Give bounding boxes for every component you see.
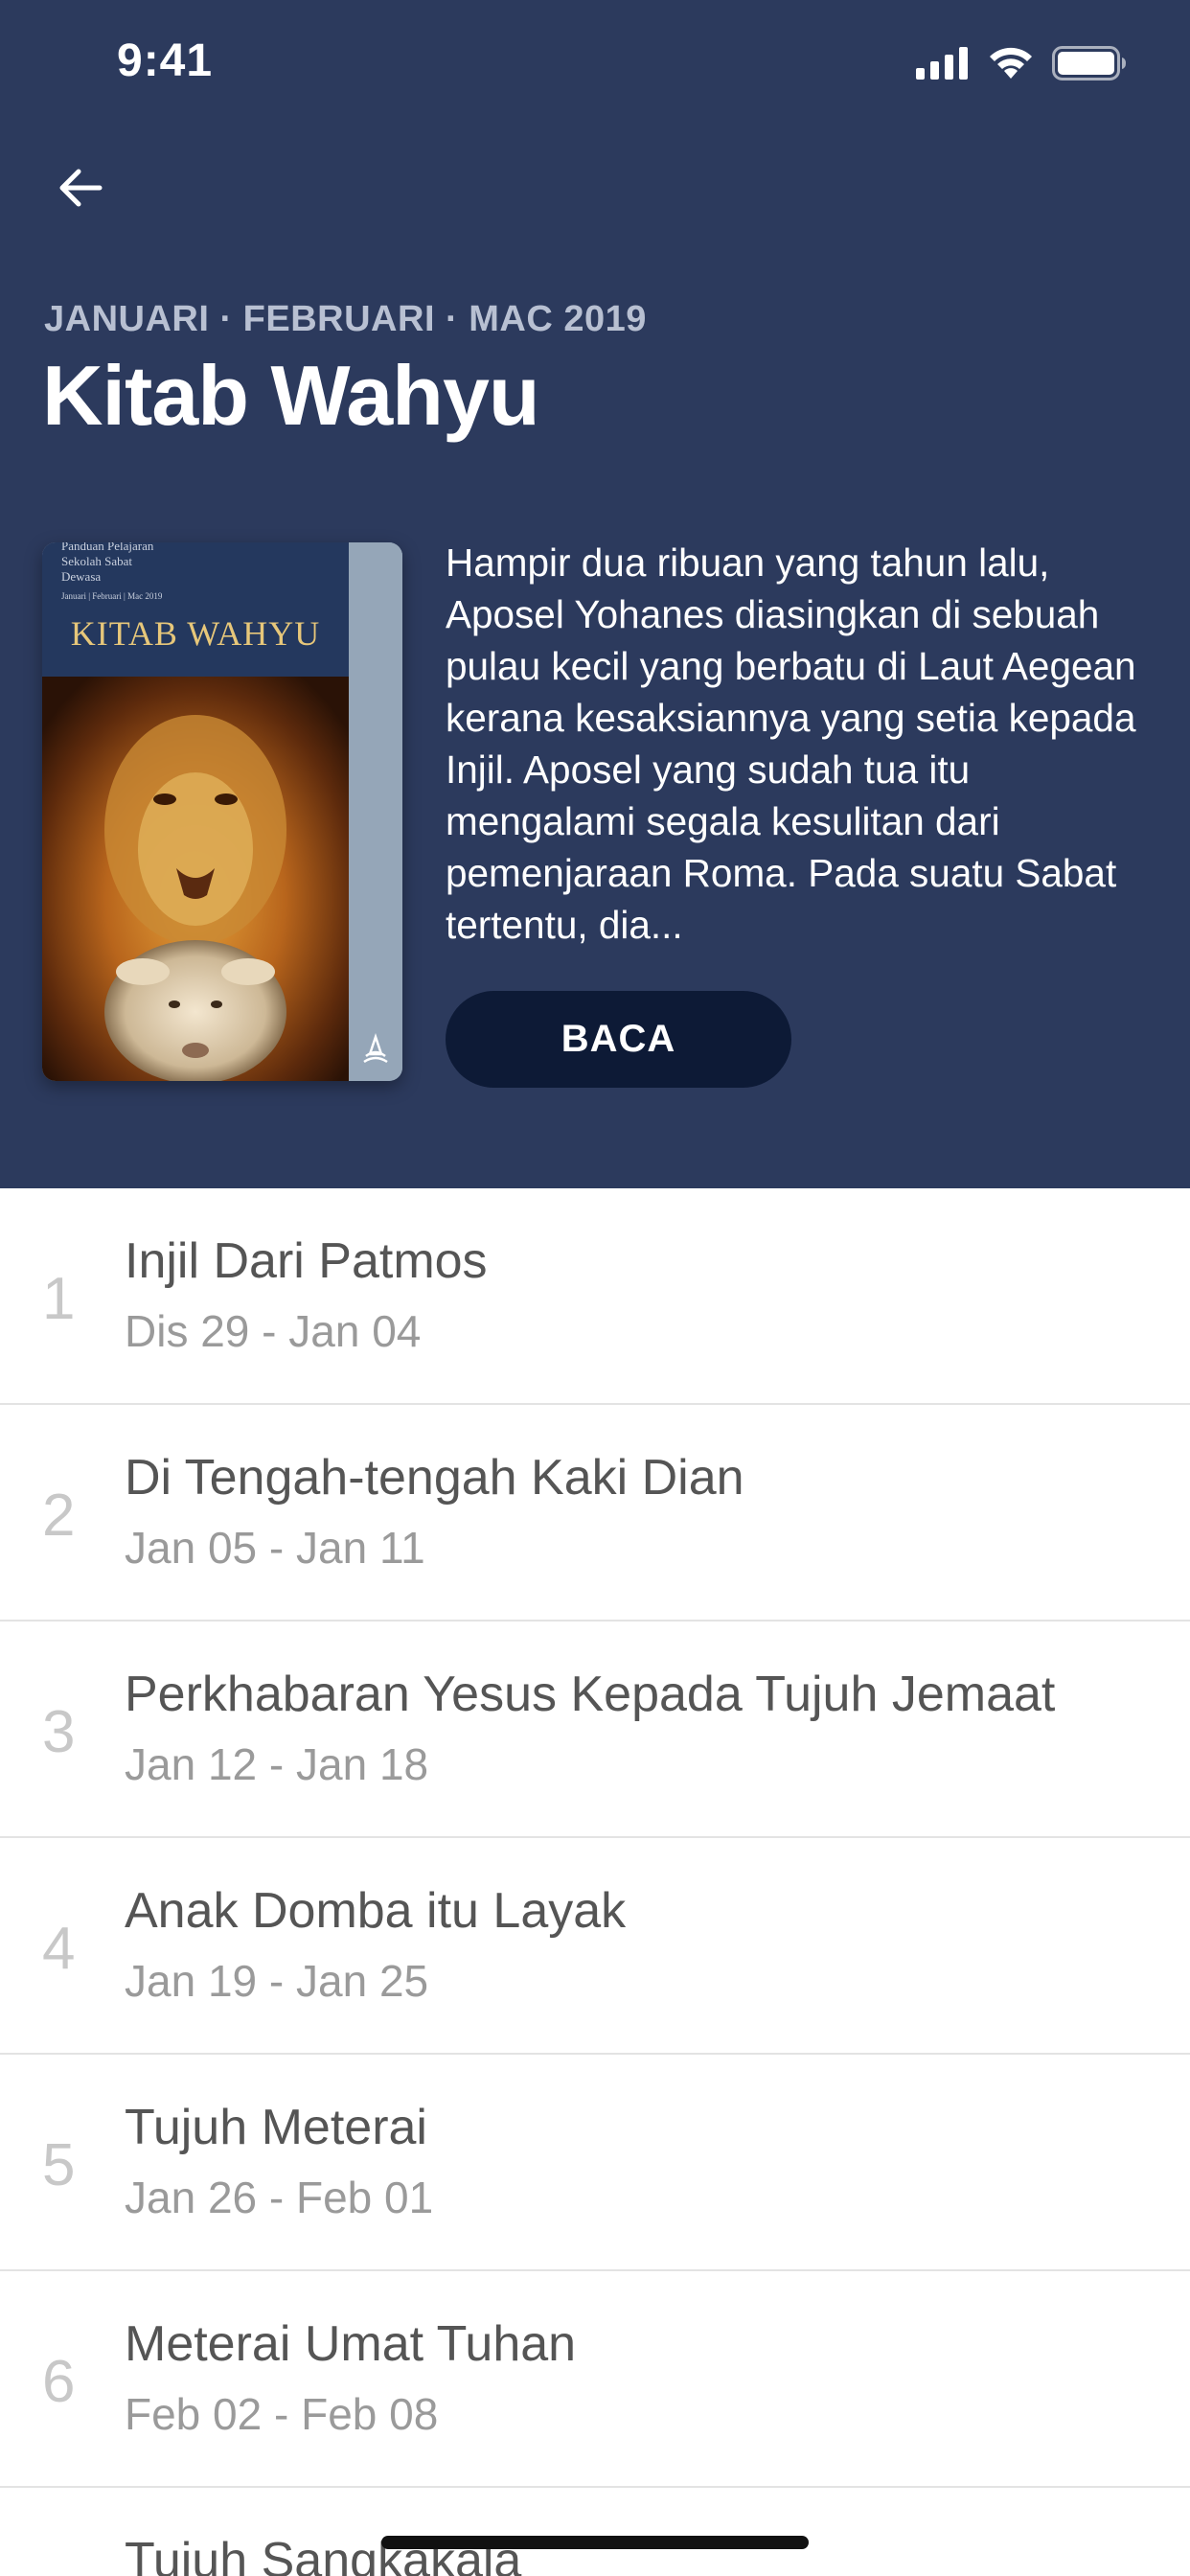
status-time: 9:41 [117, 35, 214, 86]
cover-spine [349, 542, 402, 1081]
lesson-item[interactable]: 4 Anak Domba itu Layak Jan 19 - Jan 25 [0, 1838, 1190, 2055]
lesson-number: 3 [42, 1699, 76, 1765]
book-title: Kitab Wahyu [42, 348, 540, 443]
lesson-number: 6 [42, 2349, 76, 2415]
lesson-item[interactable]: 6 Meterai Umat Tuhan Feb 02 - Feb 08 [0, 2271, 1190, 2488]
lesson-dates: Jan 12 - Jan 18 [125, 1739, 429, 1789]
lesson-item[interactable]: 5 Tujuh Meterai Jan 26 - Feb 01 [0, 2055, 1190, 2271]
lesson-item[interactable]: 2 Di Tengah-tengah Kaki Dian Jan 05 - Jan … [0, 1405, 1190, 1622]
book-header: 9:41 JANUARI · FEBRUARI · MAC 2019 Kitab… [0, 0, 1190, 1188]
cover-line-3: Dewasa [61, 569, 102, 584]
read-button[interactable]: BACA [446, 991, 791, 1088]
arrow-left-icon [59, 169, 103, 207]
status-bar: 9:41 [0, 0, 1190, 126]
cover-title: KITAB WAHYU [70, 614, 321, 653]
lesson-dates: Jan 26 - Feb 01 [125, 2173, 434, 2222]
cover-line-2: Sekolah Sabat [61, 554, 133, 568]
battery-icon [1052, 46, 1126, 80]
book-description: Hampir dua ribuan yang tahun lalu, Apose… [446, 540, 1136, 947]
quarter-label: JANUARI · FEBRUARI · MAC 2019 [44, 299, 647, 339]
status-icons [916, 44, 1127, 82]
signal-icon [916, 47, 968, 80]
lesson-dates: Jan 05 - Jan 11 [125, 1523, 425, 1573]
lesson-number: 1 [42, 1266, 76, 1332]
lesson-dates: Feb 02 - Feb 08 [125, 2389, 439, 2439]
cover-line-1: Panduan Pelajaran [61, 542, 154, 553]
lesson-title: Di Tengah-tengah Kaki Dian [125, 1450, 744, 1506]
lesson-title: Injil Dari Patmos [125, 1233, 488, 1289]
lesson-title: Perkhabaran Yesus Kepada Tujuh Jemaat [125, 1667, 1056, 1722]
lesson-title: Tujuh Meterai [125, 2100, 427, 2155]
lesson-number: 5 [42, 2132, 76, 2198]
lesson-item[interactable]: 1 Injil Dari Patmos Dis 29 - Jan 04 [0, 1188, 1190, 1405]
lesson-title: Anak Domba itu Layak [125, 1883, 627, 1939]
book-cover: Panduan Pelajaran Sekolah Sabat Dewasa J… [42, 542, 402, 1081]
lesson-item[interactable]: 7Tujuh Sangkakala [0, 2488, 1190, 2576]
lesson-number: 4 [42, 1916, 76, 1982]
church-logo-icon [363, 1033, 388, 1064]
lesson-dates: Jan 19 - Jan 25 [125, 1956, 429, 2006]
back-button[interactable] [46, 153, 115, 222]
lesson-number: 7 [42, 2564, 80, 2576]
lesson-dates: Dis 29 - Jan 04 [125, 1306, 422, 1356]
lesson-list: 1 Injil Dari Patmos Dis 29 - Jan 04 2 Di Ten… [0, 1188, 1190, 2576]
lesson-number: 2 [42, 1483, 76, 1549]
lesson-title: Meterai Umat Tuhan [125, 2316, 577, 2372]
home-indicator [381, 2536, 809, 2549]
cover-line-4: Januari | Februari | Mac 2019 [61, 591, 163, 601]
lesson-item[interactable]: 3 Perkhabaran Yesus Kepada Tujuh Jemaat Ja… [0, 1622, 1190, 1838]
wifi-icon [990, 47, 1032, 79]
